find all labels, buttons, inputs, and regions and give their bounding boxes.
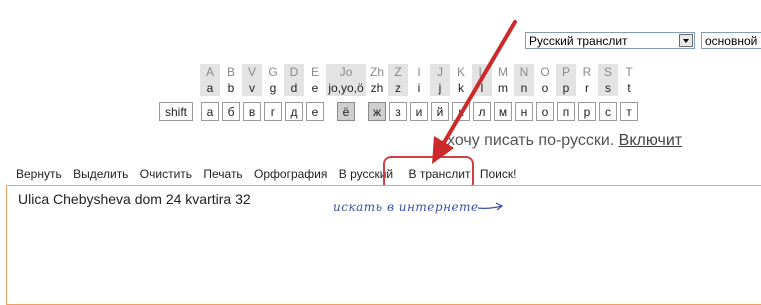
key-column: Bb xyxy=(221,64,241,96)
cyrillic-key[interactable]: ж xyxy=(368,102,386,121)
key-column: Rr xyxy=(577,64,597,96)
key-lower-label: b xyxy=(227,81,235,95)
key-upper-label: V xyxy=(242,64,262,81)
key-lower-label: z xyxy=(388,81,408,96)
key-upper-label: G xyxy=(268,65,278,79)
key-column: Vv xyxy=(242,64,262,96)
key-upper-label: Z xyxy=(388,64,408,81)
key-column: Dd xyxy=(284,64,304,96)
key-column: Zh zh xyxy=(367,64,387,96)
variant-select-value: основной xyxy=(705,34,758,48)
spellcheck-button[interactable]: Орфография xyxy=(254,167,327,181)
key-column: Ss xyxy=(598,64,618,96)
cyrillic-key[interactable]: з xyxy=(389,102,407,121)
key-upper-label: Zh xyxy=(369,65,384,79)
key-upper-label: B xyxy=(226,65,235,79)
editor-value: Ulica Chebysheva dom 24 kvartira 32 xyxy=(18,191,251,207)
key-lower-label: p xyxy=(556,81,576,96)
key-column: Aa xyxy=(200,64,220,96)
key-column: Tt xyxy=(619,64,639,96)
cyrillic-key[interactable]: в xyxy=(243,102,261,121)
key-column: Zz xyxy=(388,64,408,96)
key-lower-label: jo,yo,ö xyxy=(326,81,366,96)
key-lower-label: a xyxy=(200,81,220,96)
key-upper-label: A xyxy=(200,64,220,81)
variant-select[interactable]: основной xyxy=(701,32,761,49)
cyrillic-key[interactable]: р xyxy=(578,102,596,121)
chevron-down-icon[interactable] xyxy=(679,34,693,47)
red-arrow-icon xyxy=(432,20,517,164)
cyrillic-key[interactable]: д xyxy=(285,102,303,121)
search-button[interactable]: Поиск! xyxy=(480,167,517,181)
clear-button[interactable]: Очистить xyxy=(140,167,192,181)
select-all-button[interactable]: Выделить xyxy=(73,167,128,181)
key-upper-label: Jo xyxy=(326,64,366,81)
key-column: Pp xyxy=(556,64,576,96)
handwritten-note: искать в интернете xyxy=(333,200,479,214)
key-upper-label: D xyxy=(284,64,304,81)
layout-select-value: Русский транслит xyxy=(529,34,628,48)
key-lower-label: zh xyxy=(370,81,384,95)
print-button[interactable]: Печать xyxy=(203,167,242,181)
key-upper-label: S xyxy=(598,64,618,81)
key-lower-label: d xyxy=(284,81,304,96)
shift-key[interactable]: shift xyxy=(159,102,193,121)
key-upper-label: T xyxy=(625,65,633,79)
key-column: Jo jo,yo,ö xyxy=(326,64,366,96)
key-column: Gg xyxy=(263,64,283,96)
cyrillic-key[interactable]: т xyxy=(620,102,638,121)
cyrillic-key[interactable]: о xyxy=(536,102,554,121)
key-lower-label: s xyxy=(598,81,618,96)
key-lower-label: v xyxy=(242,81,262,96)
key-column: Oo xyxy=(535,64,555,96)
cyrillic-key[interactable]: г xyxy=(264,102,282,121)
key-lower-label: g xyxy=(269,81,277,95)
cyrillic-key[interactable]: с xyxy=(599,102,617,121)
key-upper-label: E xyxy=(310,65,319,79)
cyrillic-key[interactable]: ё xyxy=(337,102,355,121)
undo-button[interactable]: Вернуть xyxy=(16,167,62,181)
note-arrow-icon xyxy=(477,202,504,211)
cyrillic-key[interactable]: б xyxy=(222,102,240,121)
key-upper-label: O xyxy=(540,65,550,79)
key-upper-label: P xyxy=(556,64,576,81)
cyrillic-key[interactable]: а xyxy=(201,102,219,121)
cyrillic-key[interactable]: е xyxy=(306,102,324,121)
key-upper-label: R xyxy=(582,65,592,79)
key-lower-label: t xyxy=(627,81,631,95)
key-lower-label: r xyxy=(585,81,589,95)
cyrillic-key[interactable]: п xyxy=(557,102,575,121)
key-lower-label: o xyxy=(541,81,549,95)
layout-select[interactable]: Русский транслит xyxy=(525,32,695,49)
enable-link[interactable]: Включит xyxy=(619,132,682,149)
key-column: Ee xyxy=(305,64,325,96)
key-lower-label: e xyxy=(311,81,319,95)
